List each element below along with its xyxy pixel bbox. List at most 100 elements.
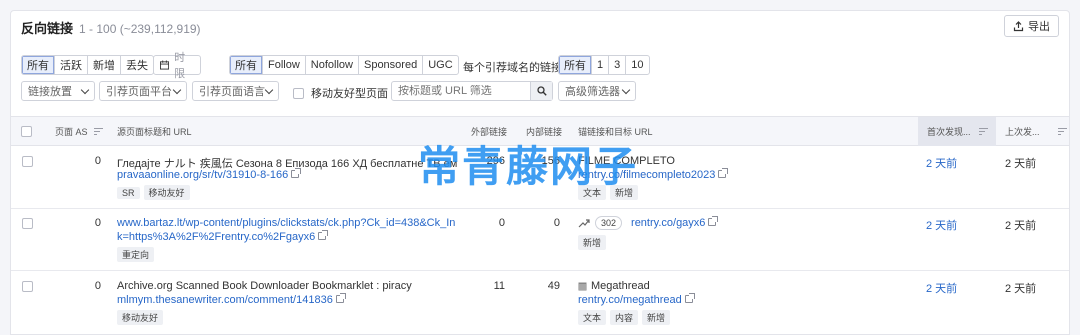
- panel-header: 反向链接 1 - 100 (~239,112,919): [21, 18, 201, 36]
- status-filter: 所有 活跃 新增 丢失: [21, 55, 154, 75]
- mobile-friendly-label: 移动友好型页面: [311, 88, 388, 100]
- chevron-down-icon: [80, 85, 90, 94]
- referring-platform-dropdown[interactable]: 引荐页面平台: [99, 81, 187, 101]
- row-checkbox[interactable]: [22, 218, 33, 229]
- select-all-cell: [21, 117, 32, 146]
- ext-links-value: 0: [498, 217, 505, 229]
- advanced-filters-dropdown[interactable]: 高级筛选器: [558, 81, 636, 101]
- per-domain-filter: 所有 1 3 10: [558, 55, 650, 75]
- table-row: 0 www.bartaz.lt/wp-content/plugins/click…: [11, 209, 1069, 271]
- type-sponsored[interactable]: Sponsored: [359, 56, 424, 74]
- int-links-value: 49: [547, 280, 560, 292]
- advanced-filters-label: 高级筛选器: [565, 86, 620, 98]
- tag-mobile-friendly: 移动友好: [117, 310, 164, 325]
- table-row: 0 Archive.org Scanned Book Downloader Bo…: [11, 271, 1069, 334]
- mobile-friendly-checkbox[interactable]: [293, 87, 304, 99]
- tag-text: 文本: [578, 310, 607, 325]
- tag-mobile-friendly: 移动友好: [143, 185, 190, 200]
- type-nofollow[interactable]: Nofollow: [306, 56, 359, 74]
- external-link-icon[interactable]: [708, 216, 719, 226]
- per-domain-10[interactable]: 10: [626, 56, 648, 74]
- type-follow[interactable]: Follow: [263, 56, 306, 74]
- external-link-icon[interactable]: [335, 293, 346, 303]
- mobile-friendly-toggle[interactable]: 移动友好型页面: [293, 85, 388, 101]
- per-domain-label: 每个引荐域名的链接: [463, 62, 562, 74]
- anchor-text: Megathread: [591, 280, 650, 292]
- title-url-search: [391, 81, 553, 101]
- image-anchor-icon: [578, 282, 587, 290]
- referring-language-label: 引荐页面语言: [199, 86, 265, 98]
- link-placement-dropdown[interactable]: 链接放置: [21, 81, 95, 101]
- column-last-seen[interactable]: 上次发...: [1005, 117, 1067, 146]
- external-link-icon[interactable]: [318, 230, 329, 240]
- calendar-icon: [160, 60, 170, 70]
- redirect-icon: [578, 218, 590, 227]
- column-first-seen[interactable]: 首次发现...: [918, 117, 996, 146]
- search-input[interactable]: [392, 85, 530, 97]
- link-type-filter: 所有 Follow Nofollow Sponsored UGC: [229, 55, 459, 75]
- status-lost[interactable]: 丢失: [121, 56, 153, 74]
- export-icon: [1013, 20, 1024, 31]
- time-range-button[interactable]: 时限: [153, 52, 201, 80]
- source-url-link[interactable]: mlmym.thesanewriter.com/comment/141836: [117, 294, 333, 306]
- target-url-link[interactable]: rentry.co/megathread: [578, 294, 682, 306]
- row-checkbox[interactable]: [22, 156, 33, 167]
- source-url-link-line2[interactable]: k=https%3A%2F%2Frentry.co%2Fgayx6: [117, 231, 315, 243]
- int-links-value: 0: [553, 217, 560, 229]
- export-label: 导出: [1028, 21, 1050, 33]
- first-seen-value: 2 天前: [926, 220, 958, 232]
- export-button[interactable]: 导出: [1004, 15, 1059, 37]
- per-domain-all[interactable]: 所有: [559, 56, 592, 74]
- external-link-icon[interactable]: [718, 168, 729, 178]
- status-all[interactable]: 所有: [22, 56, 55, 74]
- chevron-down-icon: [172, 85, 182, 94]
- time-range-label: 时限: [174, 52, 186, 80]
- target-url-link[interactable]: rentry.co/gayx6: [631, 217, 705, 229]
- search-button[interactable]: [530, 82, 552, 100]
- anchor-tags: 新增: [578, 235, 610, 250]
- tag-redirect: 重定向: [117, 247, 155, 262]
- source-title: Archive.org Scanned Book Downloader Book…: [117, 280, 412, 292]
- row-checkbox[interactable]: [22, 281, 33, 292]
- external-link-icon[interactable]: [684, 293, 695, 303]
- source-tags: SR 移动友好: [117, 185, 194, 200]
- target-url-line: rentry.co/megathread: [578, 293, 695, 306]
- anchor-tags: 文本 内容 新增: [578, 310, 674, 325]
- per-domain-3[interactable]: 3: [609, 56, 627, 74]
- per-domain-1[interactable]: 1: [592, 56, 610, 74]
- ext-links-value: 11: [493, 280, 505, 292]
- source-tags: 移动友好: [117, 310, 167, 325]
- anchor-line: Megathread: [578, 280, 650, 292]
- type-all[interactable]: 所有: [230, 56, 263, 74]
- tag-language: SR: [117, 187, 140, 199]
- last-seen-value: 2 天前: [1005, 220, 1037, 232]
- redirect-target-line: 302 rentry.co/gayx6: [578, 216, 719, 230]
- column-source: 源页面标题和 URL: [117, 117, 192, 146]
- select-all-checkbox[interactable]: [21, 126, 32, 137]
- sort-icon: [93, 128, 103, 135]
- type-ugc[interactable]: UGC: [423, 56, 457, 74]
- column-page-as[interactable]: 页面 AS: [55, 117, 103, 146]
- tag-new: 新增: [578, 235, 607, 250]
- source-url-line: mlmym.thesanewriter.com/comment/141836: [117, 293, 346, 306]
- page-as-value: 0: [94, 280, 101, 292]
- sort-icon: [979, 128, 988, 135]
- source-url-line: pravaaonline.org/sr/tv/31910-8-166: [117, 168, 302, 181]
- source-url-link-line1[interactable]: www.bartaz.lt/wp-content/plugins/clickst…: [117, 217, 455, 229]
- result-range: 1 - 100 (~239,112,919): [79, 22, 201, 36]
- sort-icon: [1058, 128, 1067, 135]
- status-active[interactable]: 活跃: [55, 56, 88, 74]
- source-tags: 重定向: [117, 247, 158, 262]
- referring-platform-label: 引荐页面平台: [106, 86, 172, 98]
- page-as-value: 0: [94, 155, 101, 167]
- last-seen-value: 2 天前: [1005, 158, 1037, 170]
- external-link-icon[interactable]: [291, 168, 302, 178]
- page-title: 反向链接: [21, 21, 74, 36]
- status-new[interactable]: 新增: [88, 56, 121, 74]
- last-seen-value: 2 天前: [1005, 283, 1037, 295]
- page-as-value: 0: [94, 217, 101, 229]
- first-seen-value: 2 天前: [926, 158, 958, 170]
- referring-language-dropdown[interactable]: 引荐页面语言: [192, 81, 279, 101]
- tag-content: 内容: [610, 310, 639, 325]
- source-url-link[interactable]: pravaaonline.org/sr/tv/31910-8-166: [117, 169, 288, 181]
